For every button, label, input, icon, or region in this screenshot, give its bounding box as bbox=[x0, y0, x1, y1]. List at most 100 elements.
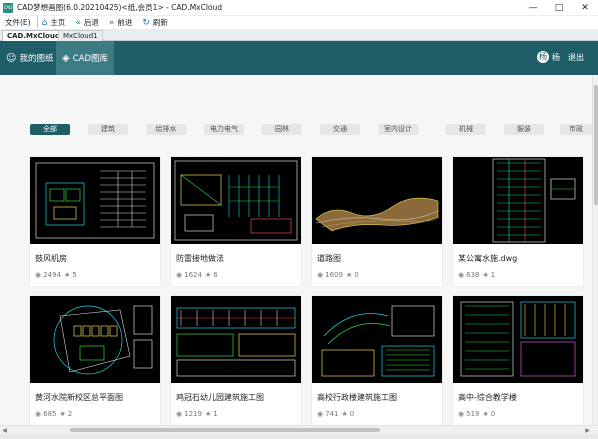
category-chip[interactable]: 交通 bbox=[320, 124, 360, 135]
category-chip[interactable]: 全部 bbox=[30, 124, 70, 135]
drawing-title[interactable]: 鸡冠石幼儿园建筑施工图 bbox=[176, 392, 264, 403]
star-count: 0 bbox=[349, 410, 355, 418]
category-chip[interactable]: 园林 bbox=[262, 124, 302, 135]
document-tabbar: CAD.MxCloud MxCloud1 bbox=[0, 29, 598, 41]
drawing-thumbnail[interactable] bbox=[171, 296, 301, 383]
nav-cad-library-label: CAD图库 bbox=[72, 54, 108, 64]
drawing-card[interactable]: 鸡冠石幼儿园建筑施工图 ◉ 1219 ★ 1 bbox=[171, 296, 301, 425]
layers-icon: ◈ bbox=[62, 52, 70, 64]
star-count: 6 bbox=[213, 271, 218, 279]
menubar: 文件(E) ⌂ 主页 « 后退 » 前进 ↻ 刷新 bbox=[0, 15, 598, 29]
maximize-button[interactable]: □ bbox=[546, 0, 572, 15]
category-chip[interactable]: 室内设计 bbox=[378, 124, 418, 135]
view-count: 1624 bbox=[184, 271, 202, 279]
category-chip[interactable]: 服装 bbox=[504, 124, 544, 135]
star-count: 0 bbox=[490, 410, 496, 418]
drawing-thumbnail[interactable] bbox=[453, 157, 583, 244]
drawing-card[interactable]: 高校行政楼建筑施工图 ◉ 741 ★ 0 bbox=[312, 296, 442, 425]
drawing-title[interactable]: 鼓风机房 bbox=[35, 253, 67, 264]
drawing-card[interactable]: 某公寓水施.dwg ◉ 638 ★ 1 bbox=[453, 157, 583, 286]
menu-file[interactable]: 文件(E) bbox=[5, 17, 31, 28]
star-icon: ★ bbox=[345, 271, 353, 279]
drawing-stats: ◉ 638 ★ 1 bbox=[458, 271, 495, 279]
category-chip[interactable]: 建筑 bbox=[88, 124, 128, 135]
eye-icon: ◉ bbox=[35, 410, 42, 418]
eye-icon: ◉ bbox=[317, 410, 324, 418]
drawing-title[interactable]: 高中-综合教学楼 bbox=[458, 392, 517, 403]
refresh-button[interactable]: ↻ 刷新 bbox=[142, 17, 168, 28]
view-count: 741 bbox=[325, 410, 339, 418]
status-bar bbox=[0, 434, 598, 439]
back-button[interactable]: « 后退 bbox=[75, 17, 99, 28]
drawing-thumbnail[interactable] bbox=[30, 157, 160, 244]
app-header: ☺ 我的图纸 ◈ CAD图库 bbox=[0, 41, 598, 75]
drawing-card[interactable]: 高中-综合教学楼 ◉ 519 ★ 0 bbox=[453, 296, 583, 425]
horizontal-scrollbar[interactable]: ◀ ▶ bbox=[0, 425, 598, 434]
menubar-divider bbox=[36, 17, 38, 28]
vertical-scroll-thumb[interactable] bbox=[594, 85, 598, 205]
home-button[interactable]: ⌂ 主页 bbox=[42, 17, 66, 28]
drawing-title[interactable]: 防雷接地做法 bbox=[176, 253, 224, 264]
view-count: 1219 bbox=[184, 410, 202, 418]
nav-cad-library[interactable]: ◈ CAD图库 bbox=[56, 41, 114, 75]
category-chip[interactable]: 给排水 bbox=[146, 124, 186, 135]
drawing-thumbnail[interactable] bbox=[171, 157, 301, 244]
drawing-stats: ◉ 519 ★ 0 bbox=[458, 410, 495, 418]
back-icon: « bbox=[75, 17, 81, 28]
close-button[interactable]: ✕ bbox=[572, 0, 598, 15]
drawing-card[interactable]: 道路图 ◉ 1609 ★ 0 bbox=[312, 157, 442, 286]
refresh-label: 刷新 bbox=[152, 18, 168, 27]
drawing-thumbnail[interactable] bbox=[30, 296, 160, 383]
drawing-title[interactable]: 高校行政楼建筑施工图 bbox=[317, 392, 397, 403]
eye-icon: ◉ bbox=[317, 271, 324, 279]
avatar[interactable]: 杨 bbox=[537, 51, 549, 63]
library-content: 全部 建筑 给排水 电力电气 园林 交通 室内设计 机械 服装 市政 鼓风机房 ◉ 2494 ★ 5 防雷接… bbox=[0, 75, 592, 425]
drawing-card[interactable]: 黄河水院新校区总平面图 ◉ 685 ★ 2 bbox=[30, 296, 160, 425]
home-label: 主页 bbox=[50, 18, 66, 27]
star-icon: ★ bbox=[59, 410, 66, 418]
logout-link[interactable]: 退出 bbox=[568, 52, 584, 63]
category-chip[interactable]: 市政 bbox=[560, 124, 592, 135]
drawing-stats: ◉ 1609 ★ 0 bbox=[317, 271, 359, 279]
window-titlebar: CAD CAD梦想画图(6.0.20210425)<纸,会员1> - CAD.M… bbox=[0, 0, 598, 15]
user-name[interactable]: 杨 bbox=[552, 52, 560, 63]
star-count: 0 bbox=[354, 271, 359, 279]
star-icon: ★ bbox=[204, 271, 212, 279]
window-title: CAD梦想画图(6.0.20210425)<纸,会员1> - CAD.MxClo… bbox=[17, 3, 223, 12]
star-icon: ★ bbox=[204, 410, 212, 418]
drawing-card[interactable]: 鼓风机房 ◉ 2494 ★ 5 bbox=[30, 157, 160, 286]
drawing-stats: ◉ 1219 ★ 1 bbox=[176, 410, 218, 418]
view-count: 638 bbox=[466, 271, 480, 279]
drawing-thumbnail[interactable] bbox=[312, 157, 442, 244]
category-chip[interactable]: 机械 bbox=[446, 124, 486, 135]
drawing-card[interactable]: 防雷接地做法 ◉ 1624 ★ 6 bbox=[171, 157, 301, 286]
star-count: 2 bbox=[67, 410, 73, 418]
refresh-icon: ↻ bbox=[142, 17, 150, 28]
forward-icon: » bbox=[108, 17, 115, 28]
drawing-title[interactable]: 黄河水院新校区总平面图 bbox=[35, 392, 123, 403]
category-chip[interactable]: 电力电气 bbox=[204, 124, 244, 135]
user-icon: ☺ bbox=[6, 52, 17, 64]
drawing-thumbnail[interactable] bbox=[312, 296, 442, 383]
view-count: 519 bbox=[466, 410, 480, 418]
drawing-stats: ◉ 2494 ★ 5 bbox=[35, 271, 77, 279]
minimize-button[interactable]: — bbox=[520, 0, 546, 15]
drawing-title[interactable]: 道路图 bbox=[317, 253, 341, 264]
nav-my-drawings[interactable]: ☺ 我的图纸 bbox=[0, 41, 59, 75]
tab-cad-mxcloud[interactable]: CAD.MxCloud bbox=[2, 30, 65, 41]
forward-button[interactable]: » 前进 bbox=[109, 17, 133, 28]
drawing-title[interactable]: 某公寓水施.dwg bbox=[458, 253, 517, 264]
view-count: 1609 bbox=[325, 271, 343, 279]
drawing-thumbnail[interactable] bbox=[453, 296, 583, 383]
star-icon: ★ bbox=[482, 410, 489, 418]
tab-mxcloud1[interactable]: MxCloud1 bbox=[58, 30, 103, 41]
view-count: 2494 bbox=[43, 271, 61, 279]
vertical-scrollbar[interactable] bbox=[592, 75, 598, 425]
eye-icon: ◉ bbox=[176, 271, 183, 279]
star-icon: ★ bbox=[341, 410, 348, 418]
back-label: 后退 bbox=[83, 18, 99, 27]
eye-icon: ◉ bbox=[458, 410, 465, 418]
horizontal-scroll-thumb[interactable] bbox=[70, 428, 380, 432]
view-count: 685 bbox=[43, 410, 57, 418]
star-count: 1 bbox=[213, 410, 218, 418]
